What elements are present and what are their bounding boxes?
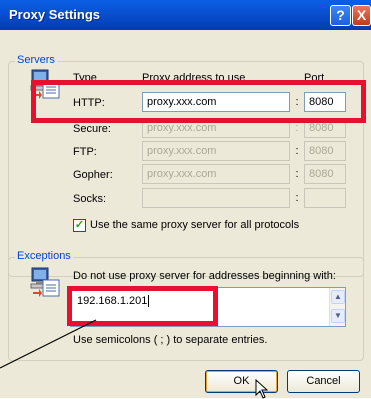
callout-line xyxy=(0,319,97,369)
